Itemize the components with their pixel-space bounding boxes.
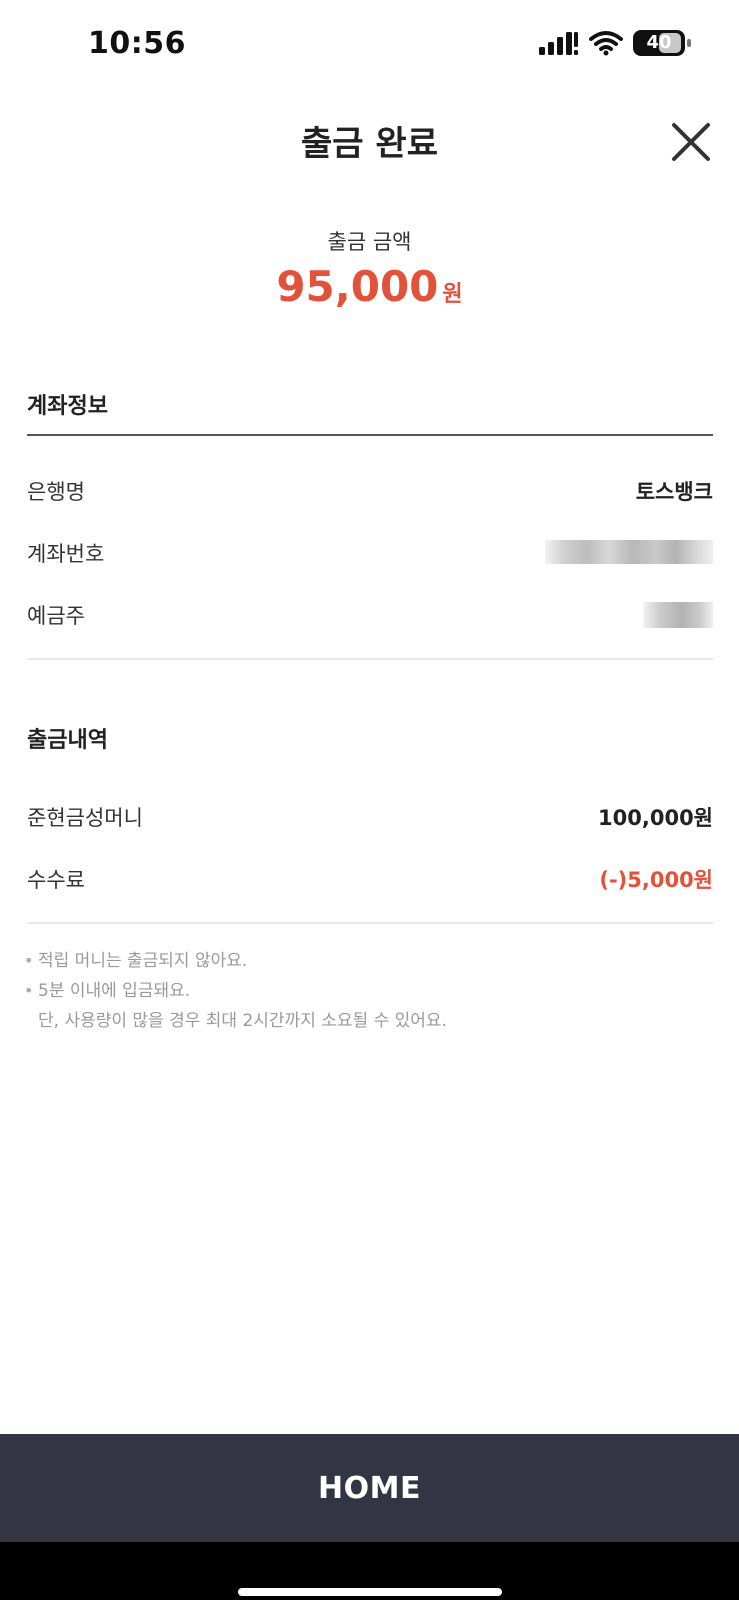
battery-icon: 40: [633, 30, 691, 56]
account-number-redacted: [545, 540, 713, 564]
close-button[interactable]: [667, 118, 715, 166]
divider: [27, 922, 713, 924]
home-indicator[interactable]: [238, 1588, 502, 1596]
home-button[interactable]: HOME: [0, 1434, 739, 1542]
header: 출금 완료: [0, 100, 739, 180]
fee-row: 수수료 (-)5,000원: [27, 858, 713, 898]
fee-label: 수수료: [27, 868, 85, 892]
status-time: 10:56: [88, 26, 186, 61]
battery-level: 40: [646, 32, 672, 53]
divider: [27, 658, 713, 660]
section-divider: [27, 434, 713, 436]
account-holder-row: 예금주: [27, 594, 713, 634]
account-holder-redacted: [643, 602, 713, 628]
withdraw-amount: 출금 금액 95,000 원: [0, 226, 739, 311]
bank-name-row: 은행명 토스뱅크: [27, 470, 713, 510]
signal-icon: [539, 32, 578, 55]
page-title: 출금 완료: [301, 124, 438, 164]
notice-item: 적립 머니는 출금되지 않아요.: [24, 946, 714, 976]
account-number-row: 계좌번호: [27, 532, 713, 572]
cash-money-row: 준현금성머니 100,000원: [27, 796, 713, 836]
status-bar: 10:56 40: [0, 0, 739, 90]
account-number-label: 계좌번호: [27, 542, 105, 566]
close-icon: [672, 123, 710, 161]
fee-value: (-)5,000원: [599, 868, 713, 892]
account-info-title: 계좌정보: [27, 394, 108, 419]
notice-subtext: 단, 사용량이 많을 경우 최대 2시간까지 소요될 수 있어요.: [38, 1011, 447, 1031]
wifi-icon: [589, 31, 623, 56]
cash-money-label: 준현금성머니: [27, 806, 143, 830]
bank-name-label: 은행명: [27, 480, 85, 504]
amount-unit: 원: [442, 282, 463, 307]
notice-list: 적립 머니는 출금되지 않아요. 5분 이내에 입금돼요. 단, 사용량이 많을…: [24, 946, 714, 1036]
amount-label: 출금 금액: [327, 230, 412, 254]
cash-money-value: 100,000원: [598, 806, 713, 830]
bank-name-value: 토스뱅크: [635, 480, 713, 504]
account-holder-label: 예금주: [27, 604, 85, 628]
withdraw-details-title: 출금내역: [27, 728, 108, 753]
amount-value: 95,000: [276, 262, 439, 311]
notice-item: 5분 이내에 입금돼요.: [24, 976, 714, 1006]
status-icons: 40: [539, 30, 691, 56]
